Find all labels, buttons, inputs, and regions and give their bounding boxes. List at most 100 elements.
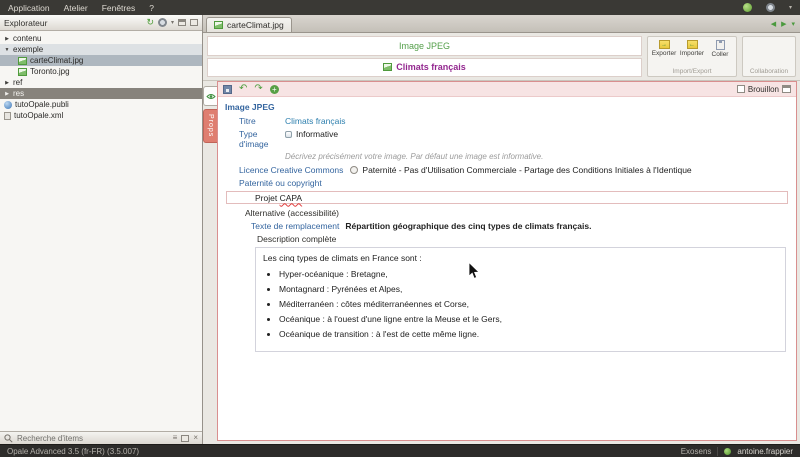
explorer-gear-icon[interactable] [158, 18, 167, 27]
license-row: Licence Creative Commons Paternité - Pas… [239, 165, 789, 175]
draft-checkbox[interactable] [737, 85, 745, 93]
description-intro[interactable]: Les cinq types de climats en France sont… [263, 253, 778, 263]
tree-item-ref[interactable]: ▶ ref [0, 77, 202, 88]
description-label: Description complète [257, 234, 789, 244]
explorer-header: Explorateur ↻ ▾ [0, 15, 202, 31]
image-type-hint: Décrivez précisément votre image. Par dé… [285, 152, 789, 161]
menu-fenetres[interactable]: Fenêtres [102, 3, 136, 13]
publication-icon [4, 101, 12, 109]
menu-application[interactable]: Application [8, 3, 50, 13]
metadata-form: Image JPEG Titre Climats français Type d… [218, 97, 796, 440]
document-title-box: Climats français [207, 58, 642, 78]
item-search-bar[interactable]: Recherche d'items ≡ × [0, 431, 202, 444]
expand-arrow-icon[interactable]: ▶ [4, 36, 10, 42]
explorer-tree: ▶ contenu ▼ exemple carteClimat.jpg Toro… [0, 31, 202, 431]
add-icon[interactable]: + [270, 85, 279, 94]
description-bullet[interactable]: Océanique de transition : à l'est de cet… [279, 329, 778, 339]
username[interactable]: antoine.frappier [737, 447, 793, 456]
draft-toggle: Brouillon [737, 85, 791, 94]
copyright-input[interactable]: Projet CAPA [226, 191, 788, 204]
description-bullet[interactable]: Océanique : à l'ouest d'une ligne entre … [279, 314, 778, 324]
collaboration-group: Collaboration [742, 36, 796, 77]
sync-status-icon[interactable] [743, 3, 752, 12]
import-button[interactable]: ← Importer [678, 40, 706, 57]
document-title-boxes: Image JPEG Climats français [207, 36, 642, 77]
search-label: Recherche d'items [17, 434, 83, 443]
tree-item-tutoopale-xml[interactable]: tutoOpale.xml [0, 110, 202, 121]
collapse-arrow-icon[interactable]: ▼ [4, 47, 10, 53]
gear-icon[interactable] [766, 3, 775, 12]
next-tab-icon[interactable]: ▶ [781, 20, 786, 28]
tree-item-exemple[interactable]: ▼ exemple [0, 44, 202, 55]
minimize-search-icon[interactable] [181, 435, 189, 442]
draft-editor-frame: ↶ ↷ + Brouillon Image JPEG Titre [217, 81, 797, 441]
menubar: Application Atelier Fenêtres ? ▾ [0, 0, 800, 15]
detach-panel-icon[interactable] [178, 19, 186, 26]
document-header: Image JPEG Climats français → Exporter ←… [203, 33, 800, 81]
menu-help[interactable]: ? [149, 3, 154, 13]
tab-label: carteClimat.jpg [227, 20, 284, 30]
undo-icon[interactable]: ↶ [239, 84, 247, 94]
description-bullet[interactable]: Méditerranéen : côtes méditerranéennes e… [279, 299, 778, 309]
description-list: Hyper-océanique : Bretagne, Montagnard :… [263, 269, 778, 339]
tree-item-contenu[interactable]: ▶ contenu [0, 33, 202, 44]
export-button[interactable]: → Exporter [650, 40, 678, 57]
prev-tab-icon[interactable]: ◀ [771, 20, 776, 28]
list-options-icon[interactable]: ≡ [173, 434, 178, 442]
description-bullet[interactable]: Hyper-océanique : Bretagne, [279, 269, 778, 279]
paste-button-label: Coller [712, 51, 729, 58]
tree-item-carteclimat[interactable]: carteClimat.jpg [0, 55, 202, 66]
expand-arrow-icon[interactable]: ▶ [4, 80, 10, 86]
informative-radio-icon[interactable] [285, 131, 292, 138]
image-icon [18, 57, 27, 65]
description-box[interactable]: Les cinq types de climats en France sont… [255, 247, 786, 352]
paste-button[interactable]: Coller [706, 40, 734, 58]
redo-icon[interactable]: ↷ [254, 84, 262, 94]
document-type-box: Image JPEG [207, 36, 642, 56]
maximize-editor-icon[interactable] [782, 85, 791, 93]
tree-item-label: tutoOpale.publi [15, 100, 69, 109]
license-label: Licence Creative Commons [239, 165, 343, 175]
tab-carteclimat[interactable]: carteClimat.jpg [206, 17, 292, 32]
image-icon [18, 68, 27, 76]
paste-icon [716, 40, 725, 50]
import-button-label: Importer [680, 50, 704, 57]
props-tab[interactable]: Props [203, 109, 217, 143]
editor-side-tabs: Props [203, 81, 217, 441]
license-value[interactable]: Paternité - Pas d'Utilisation Commercial… [350, 165, 691, 175]
description-bullet[interactable]: Montagnard : Pyrénées et Alpes, [279, 284, 778, 294]
export-button-label: Exporter [652, 50, 677, 57]
xml-file-icon [4, 112, 11, 120]
title-value[interactable]: Climats français [285, 116, 345, 126]
menu-atelier[interactable]: Atelier [64, 3, 88, 13]
main-area: Explorateur ↻ ▾ ▶ contenu ▼ exemple [0, 15, 800, 444]
editor-area: carteClimat.jpg ◀ ▶ ▾ Image JPEG Climats… [203, 15, 800, 444]
refresh-icon[interactable]: ↻ [146, 18, 154, 27]
image-type-value[interactable]: Informative [285, 129, 338, 139]
statusbar: Opale Advanced 3.5 (fr-FR) (3.5.007) Exo… [0, 444, 800, 457]
tree-item-tutoopale-publi[interactable]: tutoOpale.publi [0, 99, 202, 110]
expand-arrow-icon[interactable]: ▶ [4, 91, 10, 97]
tree-item-toronto[interactable]: Toronto.jpg [0, 66, 202, 77]
tree-item-res[interactable]: ▶ res [0, 88, 202, 99]
app-window: Application Atelier Fenêtres ? ▾ Explora… [0, 0, 800, 457]
image-type-label: Type d'image [239, 129, 285, 149]
menu-caret-icon[interactable]: ▾ [789, 4, 792, 11]
save-icon[interactable] [223, 85, 232, 94]
tab-navigation: ◀ ▶ ▾ [771, 20, 795, 32]
close-search-icon[interactable]: × [193, 434, 198, 442]
image-type-row: Type d'image Informative [239, 129, 789, 149]
user-status-icon [724, 448, 731, 455]
copyright-value: Projet CAPA [255, 193, 302, 203]
copyright-label-row: Paternité ou copyright [239, 178, 789, 188]
tab-list-icon[interactable]: ▾ [791, 20, 795, 28]
editor-region: Props ↶ ↷ + Brouillon [203, 81, 800, 444]
image-icon [383, 63, 392, 71]
alt-text-value[interactable]: Répartition géographique des cinq types … [345, 221, 591, 231]
explorer-gear-caret-icon[interactable]: ▾ [171, 19, 174, 26]
preview-tab[interactable] [203, 86, 217, 106]
cc-license-icon [350, 166, 358, 174]
tree-item-label: exemple [13, 45, 43, 54]
close-panel-icon[interactable] [190, 19, 198, 26]
copyright-label: Paternité ou copyright [239, 178, 322, 188]
